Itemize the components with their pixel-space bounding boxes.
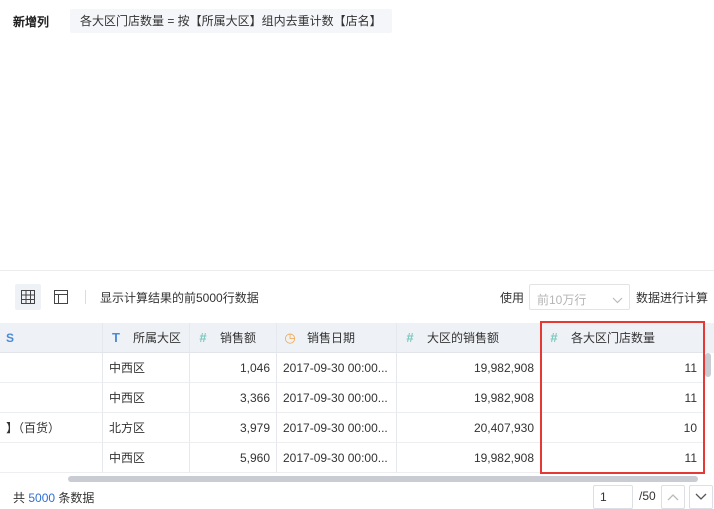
- table-cell: 3,979: [190, 413, 277, 443]
- new-column-label: 新增列: [13, 15, 50, 29]
- date-type-icon: ◷: [284, 330, 296, 345]
- row-range-select[interactable]: 前10万行: [529, 284, 630, 310]
- page-number-input[interactable]: [593, 485, 633, 509]
- table-cell: 11: [541, 443, 704, 473]
- total-prefix: 共: [13, 491, 26, 505]
- table-view-icon: [54, 290, 68, 304]
- column-header-label: 销售日期: [307, 331, 356, 345]
- table-cell: 10: [541, 413, 704, 443]
- column-header-label: 所属大区: [133, 331, 182, 345]
- column-header-partial[interactable]: S: [0, 323, 103, 353]
- table-row: 中西区 5,960 2017-09-30 00:00... 19,982,908…: [0, 443, 714, 473]
- table-cell: [0, 383, 103, 413]
- table-cell: 3,366: [190, 383, 277, 413]
- number-type-icon: #: [550, 330, 558, 345]
- page-total: /50: [639, 489, 656, 503]
- number-type-icon: #: [406, 330, 414, 345]
- table-cell: 5,960: [190, 443, 277, 473]
- table-cell: [0, 353, 103, 383]
- table-cell: 11: [541, 353, 704, 383]
- number-type-icon: #: [199, 330, 207, 345]
- preview-toolbar: 显示计算结果的前5000行数据 使用 前10万行 数据进行计算: [0, 284, 714, 310]
- table-cell: [0, 443, 103, 473]
- table-cell: 中西区: [103, 353, 190, 383]
- table-cell: 11: [541, 383, 704, 413]
- calc-label: 数据进行计算: [636, 291, 709, 305]
- formula-expression[interactable]: 各大区门店数量 = 按【所属大区】组内去重计数【店名】: [70, 9, 392, 33]
- page-next-button[interactable]: [689, 485, 713, 509]
- total-suffix: 条数据: [58, 491, 95, 505]
- panel-divider: [0, 270, 714, 271]
- text-type-icon: T: [112, 330, 120, 345]
- table-cell: 】（百货）: [0, 413, 103, 443]
- table-cell: 19,982,908: [397, 443, 541, 473]
- column-header-fragment: S: [6, 331, 15, 345]
- formula-editor-area: 新增列 各大区门店数量 = 按【所属大区】组内去重计数【店名】: [0, 0, 714, 270]
- column-header-date[interactable]: ◷ 销售日期: [277, 323, 397, 353]
- column-header-sales[interactable]: # 销售额: [190, 323, 277, 353]
- page-prev-button[interactable]: [661, 485, 685, 509]
- horizontal-scrollbar[interactable]: [68, 476, 698, 482]
- column-header-store-count[interactable]: # 各大区门店数量: [541, 323, 704, 353]
- table-cell: 2017-09-30 00:00...: [277, 353, 397, 383]
- table-cell: 中西区: [103, 383, 190, 413]
- total-count: 5000: [28, 491, 56, 505]
- vertical-scrollbar[interactable]: [705, 353, 711, 377]
- table-row: 中西区 3,366 2017-09-30 00:00... 19,982,908…: [0, 383, 714, 413]
- column-header-region[interactable]: T 所属大区: [103, 323, 190, 353]
- column-header-label: 大区的销售额: [427, 331, 500, 345]
- table-view-button[interactable]: [48, 284, 74, 310]
- table-cell: 2017-09-30 00:00...: [277, 383, 397, 413]
- table-cell: 中西区: [103, 443, 190, 473]
- grid-view-button[interactable]: [15, 284, 41, 310]
- table-cell: 2017-09-30 00:00...: [277, 443, 397, 473]
- chevron-down-icon: [612, 293, 623, 307]
- table-header-row: S T 所属大区 # 销售额 ◷ 销售日期 # 大区的销售额 # 各大区门店数量: [0, 323, 714, 353]
- data-preview-table: S T 所属大区 # 销售额 ◷ 销售日期 # 大区的销售额 # 各大区门店数量 中西区 …: [0, 323, 714, 481]
- table-cell: 2017-09-30 00:00...: [277, 413, 397, 443]
- use-label: 使用: [500, 291, 525, 305]
- table-row: 】（百货） 北方区 3,979 2017-09-30 00:00... 20,4…: [0, 413, 714, 443]
- row-range-value: 前10万行: [537, 293, 587, 307]
- table-cell: 20,407,930: [397, 413, 541, 443]
- table-cell: 北方区: [103, 413, 190, 443]
- toolbar-separator: [85, 290, 86, 304]
- table-cell: 1,046: [190, 353, 277, 383]
- chevron-down-icon: [695, 490, 707, 504]
- column-header-region-sales[interactable]: # 大区的销售额: [397, 323, 541, 353]
- table-cell: 19,982,908: [397, 353, 541, 383]
- chevron-up-icon: [667, 490, 679, 504]
- column-header-label: 销售额: [220, 331, 257, 345]
- result-info-text: 显示计算结果的前5000行数据: [100, 291, 259, 305]
- grid-view-icon: [21, 290, 35, 304]
- row-count-summary: 共 5000 条数据: [13, 489, 94, 506]
- table-cell: 19,982,908: [397, 383, 541, 413]
- column-header-label: 各大区门店数量: [571, 331, 656, 345]
- table-row: 中西区 1,046 2017-09-30 00:00... 19,982,908…: [0, 353, 714, 383]
